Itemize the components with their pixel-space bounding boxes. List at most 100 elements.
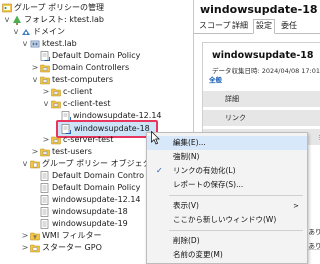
tree-item-test-computers[interactable]: v test-computers (0, 74, 190, 86)
tab-strip: スコープ 詳細 設定 委任 (194, 19, 320, 34)
menu-item-label: 編集(E)... (173, 138, 206, 147)
tree-label: test-users (52, 147, 92, 156)
tree-label: windowsupdate-19 (52, 219, 128, 228)
tree-item-gpo-windowsupdate-19[interactable]: windowsupdate-19 (0, 218, 146, 230)
gpo-link-icon (40, 51, 50, 61)
tree-item-gpo-default-domain-policy[interactable]: Default Domain Policy (0, 182, 146, 194)
report-section-links[interactable]: リンク (203, 110, 320, 126)
gpm-icon (2, 3, 12, 13)
tree-label: c-server-test (63, 135, 114, 144)
tree-item-c-client[interactable]: > c-client (0, 86, 190, 98)
tree-item-test-users[interactable]: > test-users (0, 146, 146, 158)
tree-label: フォレスト: ktest.lab (24, 15, 104, 24)
section-label: 詳細 (225, 95, 239, 103)
tree-item-gpm[interactable]: グループ ポリシーの管理 (0, 2, 190, 14)
chevron-down-icon[interactable]: v (21, 38, 29, 50)
tree-label: WMI フィルター (42, 231, 102, 240)
tree-item-default-domain-policy-link[interactable]: Default Domain Policy (0, 50, 190, 62)
tree-label: グループ ポリシー オブジェクト (42, 159, 146, 168)
chevron-right-icon[interactable]: > (31, 146, 39, 158)
menu-item-label: 強制(N) (173, 152, 200, 161)
ou-icon (40, 63, 50, 73)
tree-item-domain-controllers[interactable]: > Domain Controllers (0, 62, 190, 74)
chevron-down-icon[interactable]: v (21, 158, 29, 170)
menu-item-edit[interactable]: 編集(E)... (147, 136, 307, 150)
gpo-link-icon (61, 124, 71, 134)
tab-details[interactable]: 詳細 (230, 20, 250, 32)
menu-item-label: ここから新しいウィンドウ(W) (173, 215, 277, 224)
menu-item-label: 名前の変更(M) (173, 250, 223, 259)
report-title: windowsupdate-18 (212, 50, 314, 61)
tree-label: グループ ポリシーの管理 (14, 3, 105, 12)
chevron-right-icon[interactable]: > (42, 86, 50, 98)
menu-separator (169, 230, 303, 231)
menu-item-label: 削除(D) (173, 236, 200, 245)
tree-label: スターター GPO (42, 243, 102, 252)
tree-label: Domain Controllers (52, 63, 130, 72)
tree-item-gpo-windowsupdate-12-14[interactable]: windowsupdate-12.14 (0, 194, 146, 206)
tree-label: windowsupdate-18 (52, 207, 128, 216)
tree-label: windowsupdate-12.14 (52, 195, 141, 204)
gpo-icon (40, 195, 50, 205)
gpo-icon (40, 219, 50, 229)
tree-item-gpo-default-domain-controllers[interactable]: Default Domain Contro (0, 170, 146, 182)
chevron-down-icon[interactable]: v (31, 74, 39, 86)
menu-item-link-enabled[interactable]: ✓ リンクの有効化(L) (147, 164, 307, 178)
tree-item-forest[interactable]: v フォレスト: ktest.lab (0, 14, 190, 26)
chevron-right-icon: > (293, 202, 299, 210)
gpo-icon (40, 171, 50, 181)
tab-scope[interactable]: スコープ (197, 20, 233, 32)
report-date: データ収集日時: 2024/04/08 17:01 (212, 67, 320, 75)
mouse-cursor-icon (151, 131, 160, 145)
forest-icon (12, 15, 22, 25)
tree-label: Default Domain Contro (52, 171, 145, 180)
tree-item-wmi-filters[interactable]: > WMI フィルター (0, 230, 146, 242)
menu-item-enforce[interactable]: 強制(N) (147, 150, 307, 164)
menu-item-view[interactable]: 表示(V) > (147, 199, 307, 213)
wmi-folder-icon (30, 231, 40, 241)
tree-item-gpo-windowsupdate-18[interactable]: windowsupdate-18 (0, 206, 146, 218)
tree-label: c-client-test (63, 99, 111, 108)
details-title: windowsupdate-18 (200, 3, 318, 16)
tree-item-gpo-container[interactable]: v グループ ポリシー オブジェクト (0, 158, 146, 170)
domains-icon (21, 27, 31, 37)
starter-folder-icon (30, 243, 40, 253)
chevron-right-icon[interactable]: > (42, 134, 50, 146)
tree-label: ktest.lab (42, 39, 77, 48)
tab-delegation[interactable]: 委任 (279, 20, 299, 32)
menu-item-label: レポートの保存(S)... (173, 180, 244, 189)
menu-item-label: リンクの有効化(L) (173, 166, 236, 175)
ou-icon (51, 135, 61, 145)
domain-icon (30, 39, 40, 49)
tree-label: c-client (63, 87, 93, 96)
chevron-down-icon[interactable]: v (42, 98, 50, 110)
tree-item-domains[interactable]: v ドメイン (0, 26, 190, 38)
menu-item-rename[interactable]: 名前の変更(M) (147, 248, 307, 262)
menu-separator (169, 195, 303, 196)
tree-item-c-client-test[interactable]: v c-client-test (0, 98, 190, 110)
tree-item-c-server-test[interactable]: > c-server-test (0, 134, 146, 146)
gpo-folder-icon (30, 159, 40, 169)
context-menu: 編集(E)... 強制(N) ✓ リンクの有効化(L) レポートの保存(S)..… (146, 132, 308, 264)
chevron-right-icon[interactable]: > (21, 242, 29, 254)
tree-item-starter-gpos[interactable]: > スターター GPO (0, 242, 146, 254)
chevron-down-icon[interactable]: v (12, 26, 20, 38)
menu-item-label: 表示(V) (173, 201, 199, 210)
menu-item-delete[interactable]: 削除(D) (147, 234, 307, 248)
tree-label: Default Domain Policy (52, 183, 141, 192)
ou-icon (40, 147, 50, 157)
menu-item-new-window[interactable]: ここから新しいウィンドウ(W) (147, 213, 307, 227)
menu-item-save-report[interactable]: レポートの保存(S)... (147, 178, 307, 192)
tree-item-domain-ktest[interactable]: v ktest.lab (0, 38, 190, 50)
report-general-link[interactable]: 全般 (209, 74, 222, 84)
section-label: リンク (225, 114, 246, 122)
ou-icon (51, 87, 61, 97)
tab-settings[interactable]: 設定 (253, 19, 275, 34)
report-section-details[interactable]: 詳細 (203, 91, 320, 107)
chevron-right-icon[interactable]: > (21, 230, 29, 242)
chevron-down-icon[interactable]: v (3, 14, 11, 26)
chevron-right-icon[interactable]: > (31, 62, 39, 74)
tree-label: Default Domain Policy (52, 51, 141, 60)
tree-label: ドメイン (33, 27, 65, 36)
ou-icon (51, 99, 61, 109)
